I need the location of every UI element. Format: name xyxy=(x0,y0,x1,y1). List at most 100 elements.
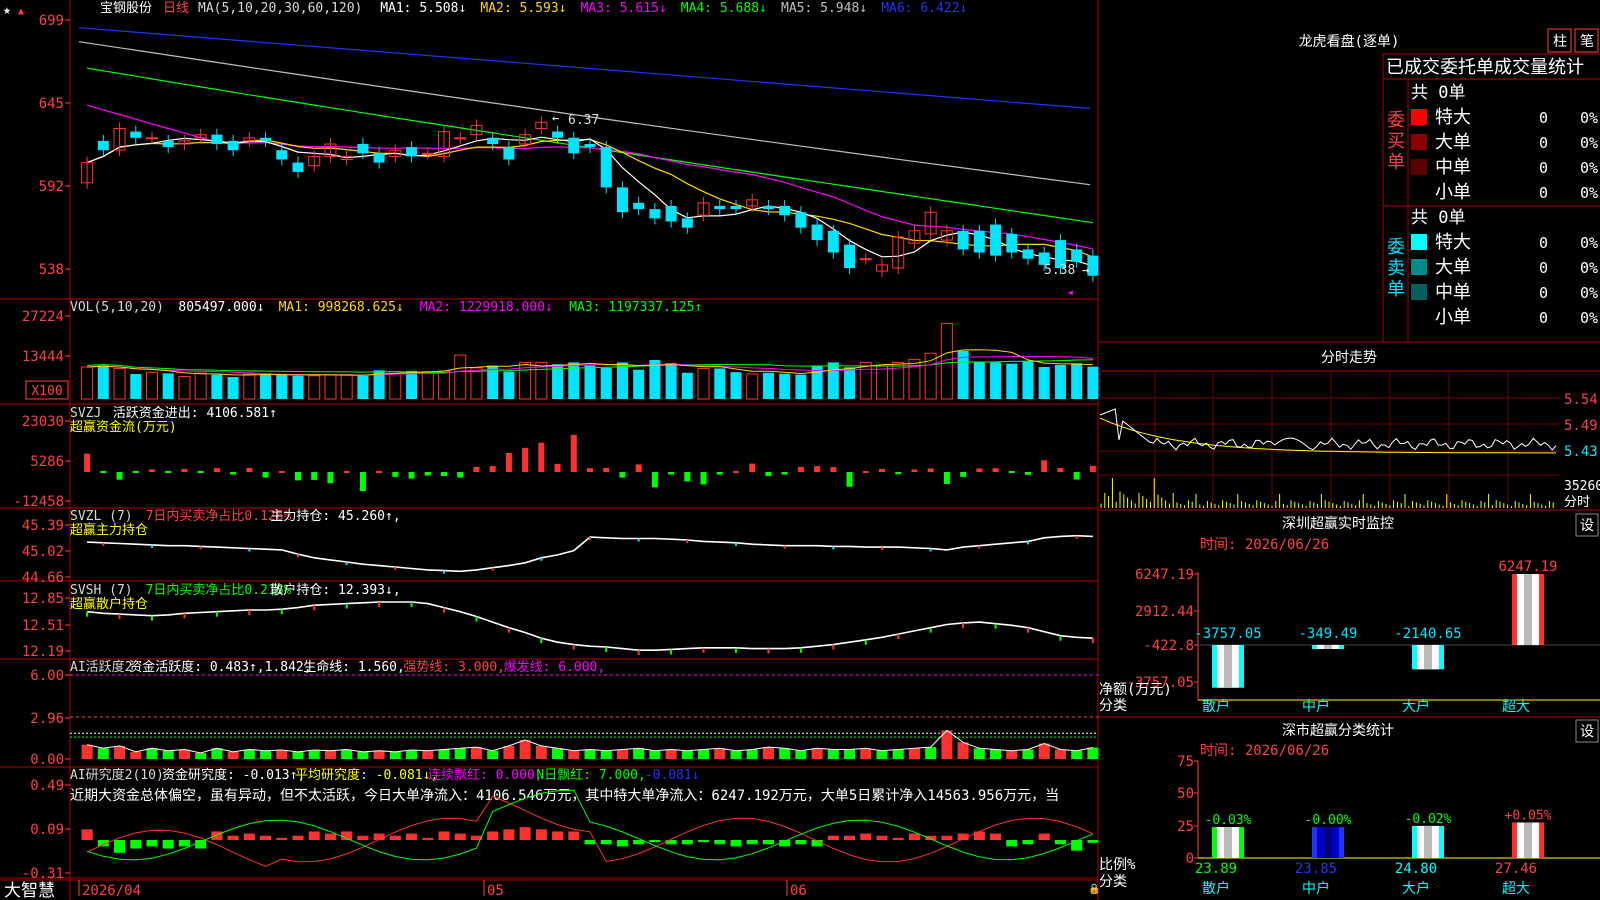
research-bar xyxy=(892,837,904,840)
category-label: 超大 xyxy=(1502,881,1530,897)
fund-flow-bar xyxy=(295,472,301,481)
y-tick-label: 45.39 xyxy=(22,518,64,534)
activity-bar xyxy=(925,747,937,759)
category-label: 中户 xyxy=(1302,880,1330,897)
holding-tick xyxy=(280,609,283,615)
holding-tick xyxy=(637,650,640,656)
candle xyxy=(454,137,467,140)
star-icon[interactable]: ★ xyxy=(3,3,11,18)
minute-y-label: 5.49 xyxy=(1564,418,1598,434)
monitor-title: 深圳超赢实时监控 xyxy=(1282,515,1394,532)
research-bar xyxy=(422,837,434,840)
legend-item: AI研究度2(10) xyxy=(70,767,164,783)
holding-tick xyxy=(670,649,673,655)
holding-tick xyxy=(86,611,89,617)
fund-flow-bar xyxy=(651,472,658,488)
fund-flow-bar xyxy=(473,466,480,472)
legend-item: 生命线: 1.560, xyxy=(303,659,405,675)
holding-tick xyxy=(832,546,835,550)
research-bar xyxy=(1071,840,1083,851)
activity-bar xyxy=(503,745,515,759)
fund-flow-bar xyxy=(505,452,512,472)
candle xyxy=(373,153,385,163)
y-tick-label: 12.19 xyxy=(22,644,64,660)
research-bar xyxy=(1054,840,1066,845)
holding-tick xyxy=(702,647,705,653)
monitor-xlabel: 分类 xyxy=(1099,698,1127,714)
y-tick-label: 12.85 xyxy=(22,591,64,607)
research-bar xyxy=(357,835,369,840)
volume-bar xyxy=(990,362,1002,399)
volume-bar xyxy=(681,372,693,399)
holding-tick xyxy=(102,542,105,546)
fund-flow-bar xyxy=(781,472,788,475)
tick-mode-label[interactable]: 笔 xyxy=(1580,34,1594,50)
classify-value-label: 27.46 xyxy=(1495,861,1537,877)
y-tick-label: 12.51 xyxy=(22,618,64,634)
activity-bar xyxy=(860,748,872,759)
holding-tick xyxy=(345,603,348,609)
y-tick-label: 699 xyxy=(39,13,64,29)
fund-flow-bar xyxy=(1041,460,1048,472)
volume-bar xyxy=(211,374,223,399)
fund-flow-bar xyxy=(327,472,334,484)
candle xyxy=(859,258,872,261)
research-bar xyxy=(698,840,710,843)
candle xyxy=(827,230,839,253)
research-bar xyxy=(568,831,580,840)
ma2-line xyxy=(86,138,1094,258)
fund-flow-bar xyxy=(1089,465,1096,472)
volume-bar xyxy=(340,374,353,400)
activity-bar xyxy=(616,749,628,759)
holding-tick xyxy=(1059,635,1062,641)
monitor-y-label: -422.8 xyxy=(1143,638,1194,654)
settings-label[interactable]: 设 xyxy=(1580,724,1594,740)
activity-bar xyxy=(990,749,1002,759)
candle xyxy=(844,244,856,268)
fund-flow-bar xyxy=(733,471,739,473)
period-label[interactable]: 日线 xyxy=(163,1,189,16)
research-bar xyxy=(876,835,888,840)
candle xyxy=(487,137,499,144)
volume-bar xyxy=(113,368,126,400)
buy-group-label: 单 xyxy=(1387,152,1405,173)
sell-group-label: 单 xyxy=(1387,279,1405,300)
holding-tick xyxy=(589,537,591,541)
panel-subtitle: 超赢主力持仓 xyxy=(70,522,148,538)
fund-flow-bar xyxy=(846,472,853,487)
candle xyxy=(730,206,742,210)
category-label: 大单 xyxy=(1435,132,1471,153)
research-bar xyxy=(1087,840,1099,843)
category-swatch xyxy=(1411,159,1427,175)
legend-item: 资金研究度: -0.013↑, xyxy=(162,767,305,783)
y-tick-label: 538 xyxy=(39,262,64,278)
volume-bar xyxy=(308,375,321,400)
volume-bar xyxy=(973,361,985,399)
expand-icon[interactable]: ▲ xyxy=(18,6,24,17)
research-bar xyxy=(519,827,531,840)
research-bar xyxy=(681,840,693,845)
holding-tick xyxy=(394,567,397,571)
research-bar xyxy=(535,829,547,840)
bar-mode-label[interactable]: 柱 xyxy=(1553,34,1567,50)
y-tick-label: -12458 xyxy=(13,494,64,510)
settings-label[interactable]: 设 xyxy=(1580,518,1594,534)
research-red-line xyxy=(86,795,1094,867)
activity-bar xyxy=(1054,749,1066,759)
holding-tick xyxy=(799,647,802,653)
activity-bar xyxy=(730,750,742,759)
dragon-title: 龙虎看盘(逐单) xyxy=(1299,33,1400,50)
candle xyxy=(616,187,628,213)
volume-bar xyxy=(535,361,548,400)
research-bar xyxy=(714,840,726,845)
holding-tick xyxy=(735,542,737,546)
research-bar xyxy=(860,833,872,840)
category-swatch xyxy=(1411,109,1427,125)
research-bar xyxy=(600,840,612,845)
category-pct: 0% xyxy=(1580,284,1598,302)
research-bar xyxy=(552,831,564,840)
low-price-label: 5.38 xyxy=(1044,263,1075,278)
legend-item: 活跃资金进出: 4106.581↑ xyxy=(113,405,277,421)
legend-item: SVZL (7) xyxy=(70,509,133,524)
research-bar xyxy=(243,833,255,840)
